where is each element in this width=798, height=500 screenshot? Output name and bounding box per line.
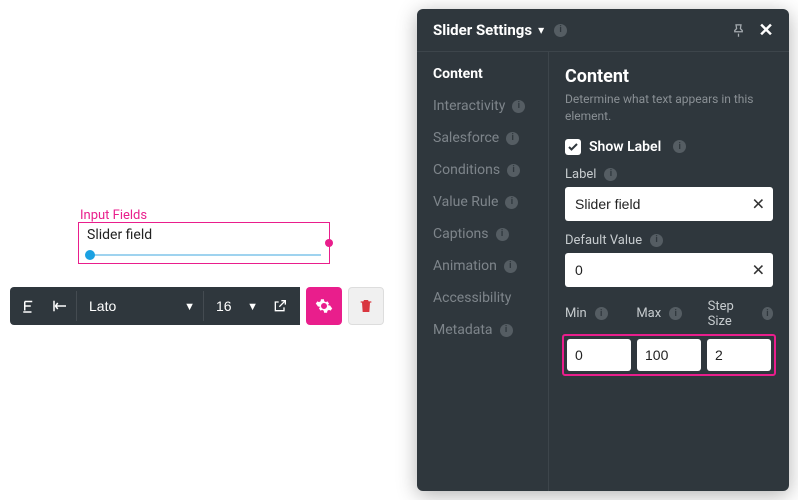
panel-title[interactable]: Slider Settings — [433, 21, 532, 39]
info-icon[interactable]: i — [512, 100, 525, 113]
toolbar-dark-group: Lato ▼ 16 ▼ — [10, 287, 300, 325]
open-external-button[interactable] — [266, 291, 294, 321]
info-icon[interactable]: i — [673, 140, 686, 153]
step-input[interactable] — [707, 339, 771, 371]
info-icon[interactable]: i — [504, 260, 517, 273]
nav-item-captions[interactable]: Captionsi — [433, 226, 548, 242]
label-field-label: Label i — [565, 167, 773, 182]
section-header: Input Fields — [80, 208, 147, 223]
range-labels: Mini Maxi Step Sizei — [565, 299, 773, 334]
clear-icon[interactable]: ✕ — [752, 194, 765, 213]
nav-item-animation[interactable]: Animationi — [433, 258, 548, 274]
info-icon[interactable]: i — [500, 324, 513, 337]
default-value-label: Default Value i — [565, 233, 773, 248]
settings-panel: Slider Settings ▾ i ✕ Content Interactivi… — [417, 9, 789, 491]
nav-item-metadata[interactable]: Metadatai — [433, 322, 548, 338]
min-input[interactable] — [567, 339, 631, 371]
show-label-checkbox[interactable] — [565, 139, 581, 155]
info-icon[interactable]: i — [669, 307, 682, 320]
info-icon[interactable]: i — [650, 234, 663, 247]
nav-item-content[interactable]: Content — [433, 66, 548, 82]
panel-header: Slider Settings ▾ i ✕ — [417, 9, 789, 52]
font-size-select-wrap: 16 ▼ — [203, 291, 264, 321]
panel-content: Content Determine what text appears in t… — [549, 52, 789, 491]
info-icon[interactable]: i — [604, 168, 617, 181]
font-family-select[interactable]: Lato — [79, 291, 199, 321]
info-icon[interactable]: i — [595, 307, 608, 320]
format-toolbar: Lato ▼ 16 ▼ — [10, 287, 384, 325]
panel-body: Content Interactivityi Salesforcei Conditio… — [417, 52, 789, 491]
info-icon[interactable]: i — [496, 228, 509, 241]
section-title: Content — [565, 66, 773, 87]
slider-thumb[interactable] — [85, 250, 95, 260]
info-icon[interactable]: i — [506, 132, 519, 145]
slider-line — [87, 254, 321, 256]
default-value-field: Default Value i ✕ — [565, 233, 773, 287]
font-family-select-wrap: Lato ▼ — [76, 291, 201, 321]
slider-widget[interactable]: Slider field — [78, 222, 330, 264]
clear-icon[interactable]: ✕ — [752, 260, 765, 279]
nav-item-salesforce[interactable]: Salesforcei — [433, 130, 548, 146]
range-inputs — [562, 334, 776, 376]
max-input[interactable] — [637, 339, 701, 371]
pin-icon[interactable] — [727, 19, 749, 41]
resize-handle[interactable] — [325, 239, 333, 247]
label-input[interactable] — [565, 187, 773, 221]
panel-nav: Content Interactivityi Salesforcei Conditio… — [417, 52, 549, 491]
nav-item-conditions[interactable]: Conditionsi — [433, 162, 548, 178]
info-icon[interactable]: i — [505, 196, 518, 209]
slider-label: Slider field — [87, 227, 321, 243]
delete-button[interactable] — [348, 287, 384, 325]
spacing-button[interactable] — [46, 291, 74, 321]
font-size-select[interactable]: 16 — [206, 291, 262, 321]
section-description: Determine what text appears in this elem… — [565, 91, 773, 125]
nav-item-interactivity[interactable]: Interactivityi — [433, 98, 548, 114]
show-label-row: Show Label i — [565, 139, 773, 155]
nav-item-accessibility[interactable]: Accessibility — [433, 290, 548, 306]
info-icon[interactable]: i — [762, 307, 773, 320]
label-field: Label i ✕ — [565, 167, 773, 221]
info-icon[interactable]: i — [507, 164, 520, 177]
default-value-input[interactable] — [565, 253, 773, 287]
settings-button[interactable] — [306, 287, 342, 325]
info-icon[interactable]: i — [554, 24, 567, 37]
text-style-button[interactable] — [16, 291, 44, 321]
close-icon[interactable]: ✕ — [755, 19, 777, 41]
show-label-text: Show Label — [589, 139, 661, 155]
chevron-down-icon[interactable]: ▾ — [538, 23, 544, 37]
slider-track[interactable] — [87, 249, 321, 261]
nav-item-value-rule[interactable]: Value Rulei — [433, 194, 548, 210]
